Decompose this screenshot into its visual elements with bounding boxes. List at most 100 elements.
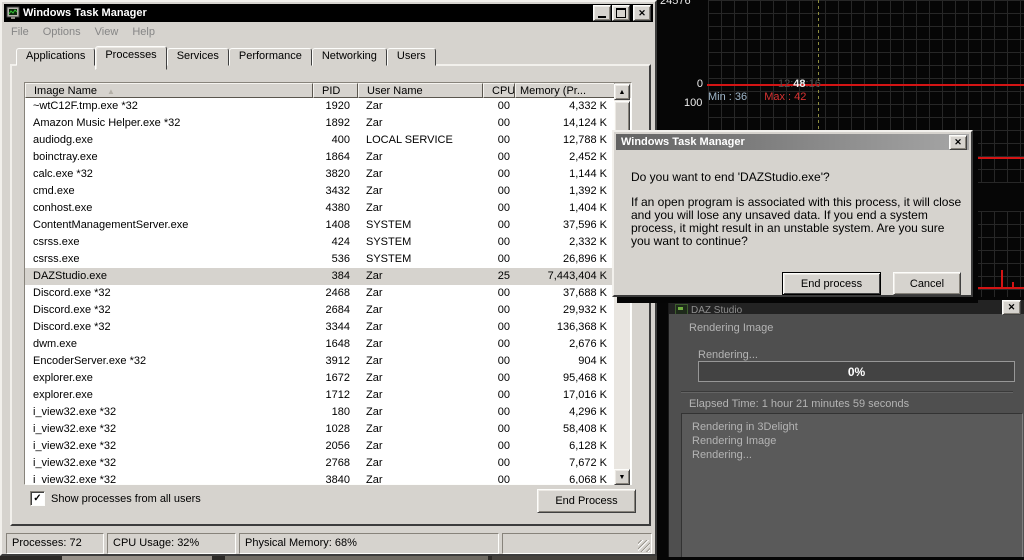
table-header: Image Name ▲ PID User Name CPU Memory (Pr… <box>25 83 631 98</box>
scroll-up-button[interactable]: ▲ <box>614 84 630 100</box>
column-header-user-name[interactable]: User Name <box>358 83 483 98</box>
cell-user: Zar <box>366 270 383 282</box>
cell-user: Zar <box>366 474 383 484</box>
min-label: Min : 36 <box>708 91 748 103</box>
cell-name: ContentManagementServer.exe <box>33 219 189 231</box>
tab-services[interactable]: Services <box>166 48 229 66</box>
menu-bar: File Options View Help <box>4 23 653 40</box>
menu-file[interactable]: File <box>4 26 36 38</box>
cell-mem: 4,332 K <box>569 100 607 112</box>
tab-networking[interactable]: Networking <box>311 48 387 66</box>
render-separator <box>681 391 1013 393</box>
column-header-memory[interactable]: Memory (Pr... <box>515 83 615 98</box>
process-row[interactable]: dwm.exe 1648 Zar 00 2,676 K <box>25 336 631 353</box>
cell-pid: 1712 <box>325 389 350 401</box>
cell-name: i_view32.exe *32 <box>33 406 117 418</box>
process-row[interactable]: i_view32.exe *32 1028 Zar 00 58,408 K <box>25 421 631 438</box>
dialog-body-text: If an open program is associated with th… <box>631 195 962 248</box>
process-row[interactable]: csrss.exe 424 SYSTEM 00 2,332 K <box>25 234 631 251</box>
render-titlebar[interactable]: DAZ Studio <box>669 300 1024 314</box>
process-row[interactable]: cmd.exe 3432 Zar 00 1,392 K <box>25 183 631 200</box>
cell-mem: 2,676 K <box>569 338 607 350</box>
process-rows: ~wtC12F.tmp.exe *32 1920 Zar 00 4,332 K Amazo… <box>25 98 631 484</box>
process-row[interactable]: i_view32.exe *32 2768 Zar 00 7,672 K <box>25 455 631 472</box>
process-row[interactable]: explorer.exe 1712 Zar 00 17,016 K <box>25 387 631 404</box>
cell-name: explorer.exe <box>33 389 93 401</box>
cell-pid: 1028 <box>325 423 350 435</box>
end-process-button[interactable]: End Process <box>537 489 636 513</box>
cell-cpu: 00 <box>497 117 510 129</box>
cell-user: SYSTEM <box>366 219 412 231</box>
cell-pid: 2768 <box>325 457 350 469</box>
column-header-image-name[interactable]: Image Name ▲ <box>25 83 313 98</box>
column-header-pid[interactable]: PID <box>313 83 358 98</box>
scroll-down-button[interactable]: ▼ <box>614 469 630 485</box>
maximize-button[interactable] <box>612 5 630 21</box>
process-row[interactable]: DAZStudio.exe 384 Zar 25 7,443,404 K <box>25 268 631 285</box>
cell-cpu: 00 <box>497 355 510 367</box>
cell-name: Discord.exe *32 <box>33 321 111 333</box>
cell-pid: 1672 <box>325 372 350 384</box>
minimize-button[interactable] <box>593 5 611 21</box>
process-row[interactable]: EncoderServer.exe *32 3912 Zar 00 904 K <box>25 353 631 370</box>
cell-name: conhost.exe <box>33 202 93 214</box>
process-row[interactable]: Discord.exe *32 3344 Zar 00 136,368 K <box>25 319 631 336</box>
time-minute: 48 <box>793 78 806 90</box>
cell-cpu: 25 <box>497 270 510 282</box>
tab-performance[interactable]: Performance <box>228 48 312 66</box>
menu-help[interactable]: Help <box>125 26 162 38</box>
process-row[interactable]: audiodg.exe 400 LOCAL SERVICE 00 12,788 K <box>25 132 631 149</box>
process-row[interactable]: calc.exe *32 3820 Zar 00 1,144 K <box>25 166 631 183</box>
cell-cpu: 00 <box>497 304 510 316</box>
end-process-dialog: Windows Task Manager ✕ Do you want to en… <box>612 130 973 297</box>
cell-pid: 1408 <box>325 219 350 231</box>
process-row[interactable]: i_view32.exe *32 180 Zar 00 4,296 K <box>25 404 631 421</box>
process-row[interactable]: Discord.exe *32 2684 Zar 00 29,932 K <box>25 302 631 319</box>
process-row[interactable]: boinctray.exe 1864 Zar 00 2,452 K <box>25 149 631 166</box>
process-row[interactable]: Amazon Music Helper.exe *32 1892 Zar 00 14,1… <box>25 115 631 132</box>
cell-mem: 95,468 K <box>562 372 607 384</box>
dialog-titlebar[interactable]: Windows Task Manager ✕ <box>616 134 969 150</box>
task-manager-titlebar[interactable]: Windows Task Manager ✕ <box>4 4 653 22</box>
menu-options[interactable]: Options <box>36 26 88 38</box>
cell-pid: 2468 <box>325 287 350 299</box>
task-manager-window: Windows Task Manager ✕ File Options View He… <box>0 0 657 556</box>
process-row[interactable]: Discord.exe *32 2468 Zar 00 37,688 K <box>25 285 631 302</box>
render-close-button[interactable]: ✕ <box>1002 300 1021 315</box>
cell-mem: 29,932 K <box>562 304 607 316</box>
cell-name: ~wtC12F.tmp.exe *32 <box>33 100 138 112</box>
dialog-end-process-button[interactable]: End process <box>782 272 881 295</box>
cell-user: SYSTEM <box>366 253 412 265</box>
cell-pid: 2684 <box>325 304 350 316</box>
menu-view[interactable]: View <box>88 26 126 38</box>
tab-users[interactable]: Users <box>386 48 436 66</box>
dialog-close-button[interactable]: ✕ <box>949 135 967 150</box>
tab-processes[interactable]: Processes <box>95 46 167 70</box>
process-row[interactable]: csrss.exe 536 SYSTEM 00 26,896 K <box>25 251 631 268</box>
render-log-list[interactable]: Rendering in 3Delight Rendering Image Rend… <box>681 413 1023 557</box>
show-all-users-checkbox-row: ✓ Show processes from all users <box>30 491 201 506</box>
dialog-cancel-button[interactable]: Cancel <box>893 272 961 295</box>
close-button[interactable]: ✕ <box>633 5 651 21</box>
column-header-cpu[interactable]: CPU <box>483 83 515 98</box>
process-row[interactable]: explorer.exe 1672 Zar 00 95,468 K <box>25 370 631 387</box>
cell-cpu: 00 <box>497 168 510 180</box>
cell-user: Zar <box>366 168 383 180</box>
resize-grip[interactable] <box>638 540 650 552</box>
cell-mem: 904 K <box>578 355 607 367</box>
process-row[interactable]: conhost.exe 4380 Zar 00 1,404 K <box>25 200 631 217</box>
cell-mem: 7,672 K <box>569 457 607 469</box>
process-table: Image Name ▲ PID User Name CPU Memory (Pr… <box>24 82 632 485</box>
process-row[interactable]: ContentManagementServer.exe 1408 SYSTEM 00 3… <box>25 217 631 234</box>
process-row[interactable]: i_view32.exe *32 3840 Zar 00 6,068 K <box>25 472 631 484</box>
cell-name: dwm.exe <box>33 338 78 350</box>
cell-mem: 6,068 K <box>569 474 607 484</box>
show-all-users-checkbox[interactable]: ✓ <box>30 491 45 506</box>
tab-applications[interactable]: Applications <box>16 48 96 66</box>
render-log-line: Rendering Image <box>692 435 777 447</box>
process-row[interactable]: ~wtC12F.tmp.exe *32 1920 Zar 00 4,332 K <box>25 98 631 115</box>
cell-name: boinctray.exe <box>33 151 98 163</box>
process-row[interactable]: i_view32.exe *32 2056 Zar 00 6,128 K <box>25 438 631 455</box>
cell-user: Zar <box>366 287 383 299</box>
cell-name: i_view32.exe *32 <box>33 423 117 435</box>
